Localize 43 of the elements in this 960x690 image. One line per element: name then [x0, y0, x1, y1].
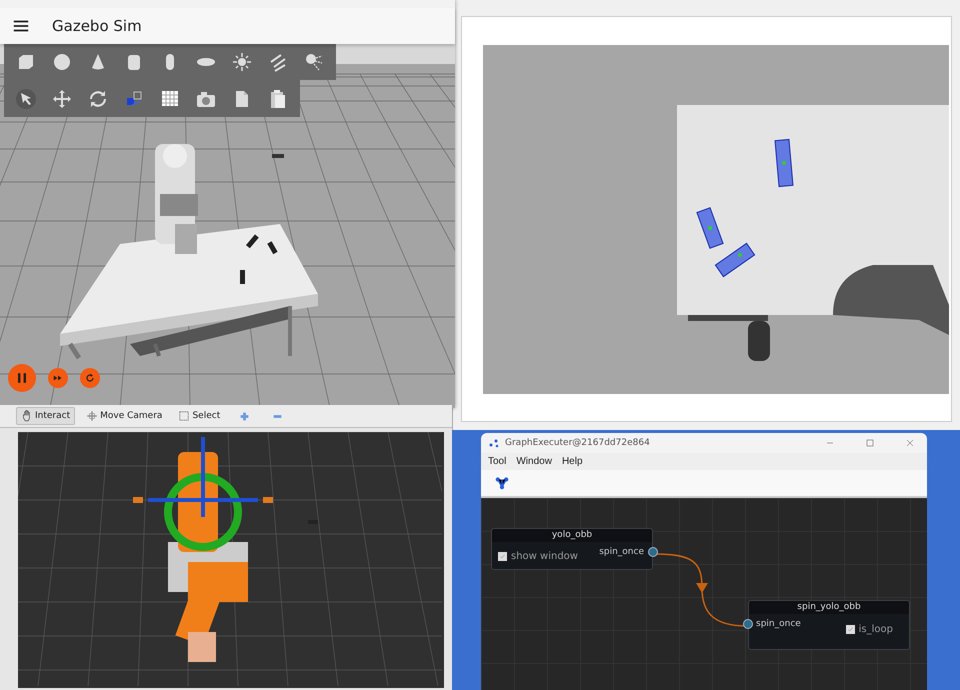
- grid-icon: [160, 88, 180, 108]
- close-icon: [905, 438, 915, 448]
- tool-button[interactable]: Select: [173, 407, 226, 425]
- move-arrows-icon: [52, 88, 72, 108]
- spotlight-icon: [304, 52, 324, 72]
- selection-box-icon: [178, 410, 190, 422]
- node-graph-icon: [495, 476, 509, 490]
- menu-item[interactable]: Tool: [488, 456, 506, 467]
- tool-button[interactable]: Move Camera: [81, 407, 168, 425]
- graph-node[interactable]: spin_yolo_obb spin_once is_loop: [748, 600, 910, 650]
- maximize-icon: [865, 438, 875, 448]
- checkbox-label: show window: [511, 551, 578, 562]
- window-title: GraphExecuter@2167dd72e864: [505, 438, 650, 448]
- node-title: yolo_obb: [492, 529, 652, 542]
- reset-icon: [84, 372, 96, 384]
- port-dot[interactable]: [743, 619, 753, 629]
- cursor-icon: [16, 88, 36, 108]
- check-icon: [846, 626, 854, 633]
- paste-icon: [268, 88, 288, 108]
- plus-icon: [239, 410, 250, 422]
- checkbox[interactable]: [846, 625, 855, 634]
- checkbox[interactable]: [498, 552, 507, 561]
- node-graph-icon: [489, 438, 499, 448]
- sun-icon: [232, 52, 252, 72]
- port-dot[interactable]: [648, 547, 658, 557]
- bolt: [272, 154, 284, 158]
- sphere-icon: [52, 52, 72, 72]
- box-icon: [16, 52, 36, 72]
- app-title: Gazebo Sim: [52, 17, 142, 35]
- tool-button[interactable]: Interact: [16, 407, 76, 425]
- menu-item[interactable]: Window: [516, 456, 552, 467]
- move-camera-icon: [86, 410, 98, 422]
- rotate-icon: [88, 88, 108, 108]
- node-title: spin_yolo_obb: [749, 601, 909, 614]
- check-icon: [499, 553, 506, 560]
- port-label: spin_once: [756, 619, 801, 629]
- cubes-icon: [124, 88, 144, 108]
- checkbox-label: is_loop: [858, 624, 893, 635]
- parallel-lines-icon: [268, 52, 288, 72]
- graph-node[interactable]: yolo_obb show window spin_once: [491, 528, 653, 570]
- port-label: spin_once: [599, 547, 644, 557]
- menu-item[interactable]: Help: [562, 456, 583, 467]
- graph-tool-button[interactable]: [495, 476, 509, 490]
